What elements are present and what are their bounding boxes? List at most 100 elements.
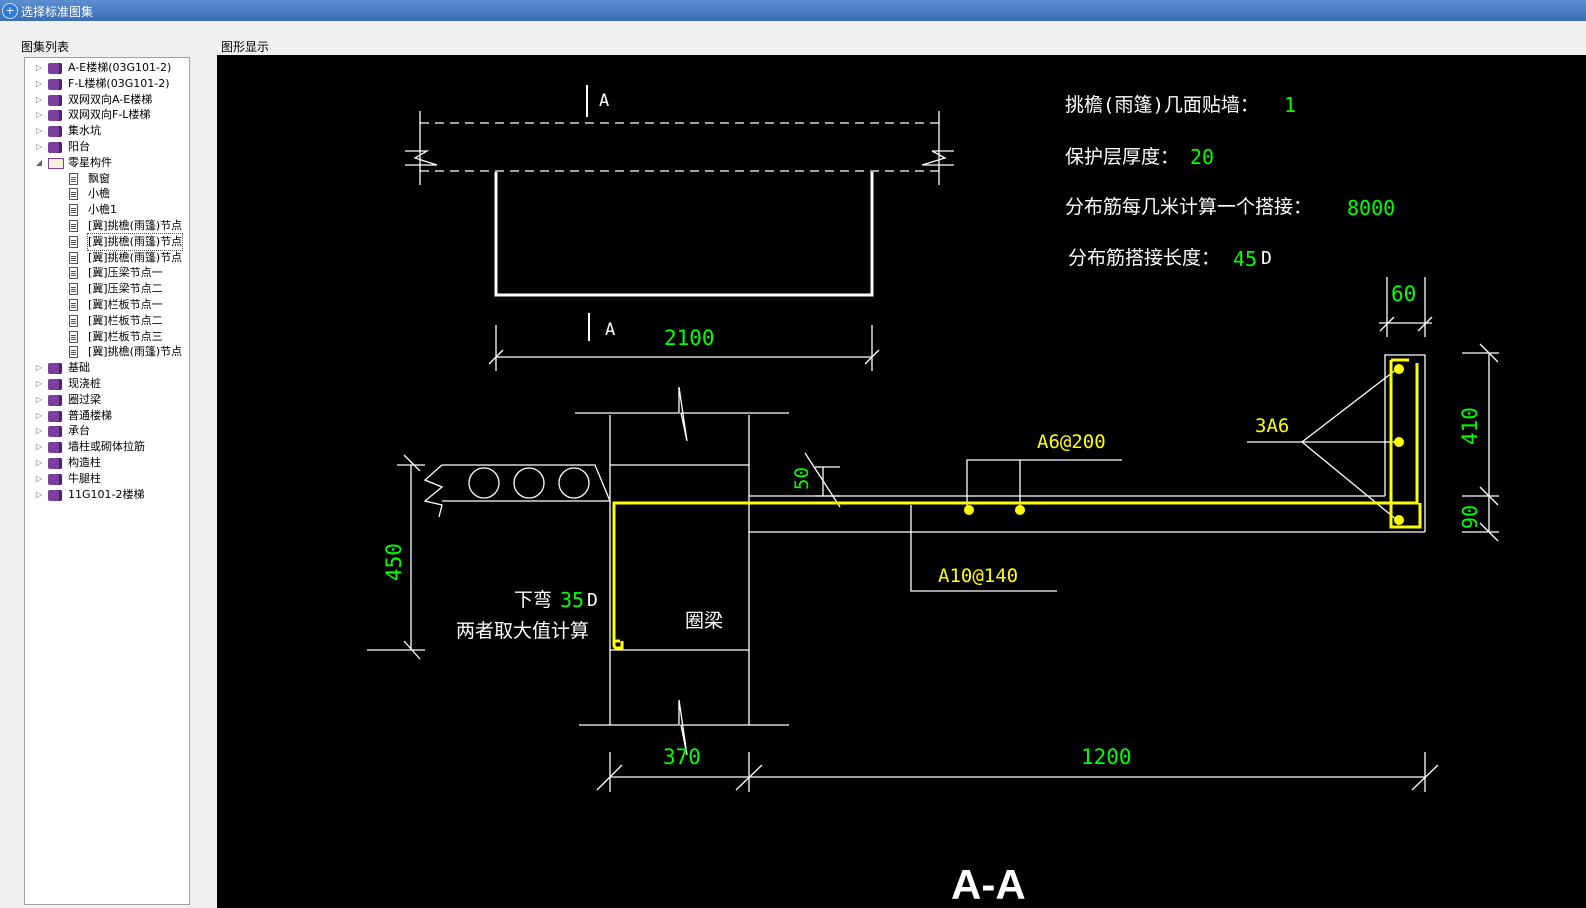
- drawing-canvas[interactable]: 挑檐(雨篷)几面贴墙： 1 保护层厚度： 20 分布筋每几米计算一个搭接： 80…: [217, 55, 1586, 908]
- tree-item[interactable]: ▷ 现浇桩: [25, 376, 189, 392]
- tree-item-label: 小檐: [88, 187, 110, 201]
- dim-1200: 1200: [1081, 745, 1132, 769]
- tree-item-label: [冀]挑檐(雨篷)节点: [88, 345, 183, 359]
- tree-item-label: 双网双向A-E楼梯: [68, 92, 153, 106]
- document-icon: [69, 299, 78, 311]
- tree-item[interactable]: ▷ F-L楼梯(03G101-2): [25, 76, 189, 92]
- dim-90: 90: [1458, 505, 1482, 529]
- expand-arrow-icon[interactable]: ▷: [34, 60, 44, 76]
- app-icon: +: [2, 3, 18, 19]
- document-icon: [69, 172, 78, 185]
- book-icon: [48, 394, 62, 406]
- collapse-arrow-icon[interactable]: ◢: [34, 155, 44, 171]
- tree-item-label: [冀]挑檐(雨篷)节点: [88, 219, 183, 232]
- dim-50: 50: [791, 467, 813, 490]
- expand-arrow-icon[interactable]: ▷: [34, 392, 44, 408]
- tree-item-label: 集水坑: [68, 124, 101, 138]
- tree-item-label: 构造柱: [68, 456, 101, 469]
- tree-item[interactable]: ▷ 墙柱或砌体拉筋: [25, 439, 189, 455]
- tree-item-label: [冀]压梁节点二: [88, 282, 163, 296]
- expand-arrow-icon[interactable]: ▷: [34, 376, 44, 392]
- tree-item[interactable]: [冀]栏板节点一: [25, 297, 189, 313]
- expand-arrow-icon[interactable]: ▷: [34, 455, 44, 471]
- expand-arrow-icon[interactable]: ▷: [34, 439, 44, 455]
- book-icon: [48, 126, 62, 138]
- param-value: 8000: [1347, 196, 1395, 220]
- tree-item[interactable]: [冀]挑檐(雨篷)节点: [25, 344, 189, 360]
- book-icon: [48, 78, 62, 90]
- tree-item[interactable]: ◢ 零星构件: [25, 155, 189, 171]
- tree-item[interactable]: ▷ 双网双向F-L楼梯: [25, 107, 189, 123]
- tree-item-label: A-E楼梯(03G101-2): [68, 61, 172, 74]
- book-icon: [48, 379, 62, 390]
- tree-item[interactable]: ▷ 双网双向A-E楼梯: [25, 92, 189, 108]
- tree-item-label: 牛腿柱: [68, 471, 101, 485]
- param-label: 保护层厚度：: [1065, 146, 1179, 168]
- expand-arrow-icon[interactable]: ▷: [34, 487, 44, 503]
- book-icon: [48, 489, 62, 501]
- param-value: 1: [1284, 93, 1296, 117]
- expand-arrow-icon[interactable]: ▷: [34, 408, 44, 424]
- tree-item[interactable]: [冀]压梁节点二: [25, 281, 189, 297]
- tree-item[interactable]: 飘窗: [25, 171, 189, 187]
- tree-item[interactable]: [冀]压梁节点一: [25, 265, 189, 281]
- bend-value: 35: [560, 588, 584, 612]
- tree-item[interactable]: ▷ 圈过梁: [25, 392, 189, 408]
- window-title: 选择标准图集: [21, 5, 94, 19]
- expand-arrow-icon[interactable]: ▷: [34, 360, 44, 376]
- book-icon: [48, 63, 62, 74]
- expand-arrow-icon[interactable]: ▷: [34, 123, 44, 139]
- expand-arrow-icon[interactable]: ▷: [34, 423, 44, 439]
- book-icon: [48, 426, 62, 438]
- tree-item[interactable]: ▷ 牛腿柱: [25, 471, 189, 487]
- param-value: 45: [1233, 247, 1257, 271]
- tree-item[interactable]: [冀]栏板节点三: [25, 329, 189, 345]
- tree-item-label: [冀]挑檐(雨篷)节点: [88, 250, 183, 264]
- tree-item[interactable]: 小檐: [25, 186, 189, 202]
- tree-item[interactable]: ▷ 基础: [25, 360, 189, 376]
- tree-item[interactable]: ▷ 阳台: [25, 139, 189, 155]
- section-mark: A: [605, 320, 615, 340]
- tree-item-label: 基础: [68, 361, 90, 375]
- tree-item[interactable]: [冀]挑檐(雨篷)节点: [25, 232, 189, 251]
- param-label: 分布筋每几米计算一个搭接：: [1065, 196, 1312, 218]
- dim-2100: 2100: [664, 326, 715, 350]
- tree-item[interactable]: ▷ 普通楼梯: [25, 408, 189, 424]
- rebar-lines: [612, 358, 1422, 650]
- document-icon: [69, 346, 78, 359]
- tree-item-label: 阳台: [68, 140, 90, 153]
- param-value: 20: [1190, 145, 1214, 169]
- document-icon: [69, 251, 78, 264]
- tree-item-label: 零星构件: [68, 155, 112, 169]
- tree-item[interactable]: ▷ 11G101-2楼梯: [25, 487, 189, 503]
- document-icon: [69, 267, 78, 280]
- tree-item[interactable]: ▷ A-E楼梯(03G101-2): [25, 60, 189, 76]
- section-drawing: 挑檐(雨篷)几面贴墙： 1 保护层厚度： 20 分布筋每几米计算一个搭接： 80…: [367, 85, 1499, 908]
- tree-item-label: F-L楼梯(03G101-2): [68, 76, 170, 90]
- tree-item[interactable]: ▷ 构造柱: [25, 455, 189, 471]
- expand-arrow-icon[interactable]: ▷: [34, 471, 44, 487]
- dim-450: 450: [382, 543, 406, 581]
- tree-item[interactable]: [冀]挑檐(雨篷)节点: [25, 218, 189, 234]
- expand-arrow-icon[interactable]: ▷: [34, 76, 44, 92]
- tree-item[interactable]: ▷ 承台: [25, 423, 189, 439]
- bend-note: 下弯: [514, 589, 552, 611]
- tree-item[interactable]: ▷ 集水坑: [25, 123, 189, 139]
- tree-item-label: 小檐1: [88, 203, 117, 217]
- expand-arrow-icon[interactable]: ▷: [34, 139, 44, 155]
- tree-item-label: 飘窗: [88, 171, 110, 185]
- tree-item[interactable]: [冀]挑檐(雨篷)节点: [25, 250, 189, 266]
- dim-410: 410: [1458, 407, 1482, 445]
- bend-suffix: D: [587, 590, 598, 611]
- open-book-icon: [48, 157, 64, 169]
- atlas-tree[interactable]: ▷ A-E楼梯(03G101-2) ▷ F-L楼梯(03G101-2) ▷ 双网双向A-E…: [24, 57, 190, 905]
- book-icon: [48, 110, 62, 122]
- expand-arrow-icon[interactable]: ▷: [34, 92, 44, 108]
- tree-item-label: [冀]栏板节点一: [88, 298, 163, 311]
- param-suffix: D: [1261, 248, 1272, 269]
- tree-item[interactable]: 小檐1: [25, 202, 189, 218]
- tree-item[interactable]: [冀]栏板节点二: [25, 313, 189, 329]
- expand-arrow-icon[interactable]: ▷: [34, 107, 44, 123]
- book-icon: [48, 363, 62, 375]
- rebar-label-a6-200: A6@200: [1037, 431, 1106, 453]
